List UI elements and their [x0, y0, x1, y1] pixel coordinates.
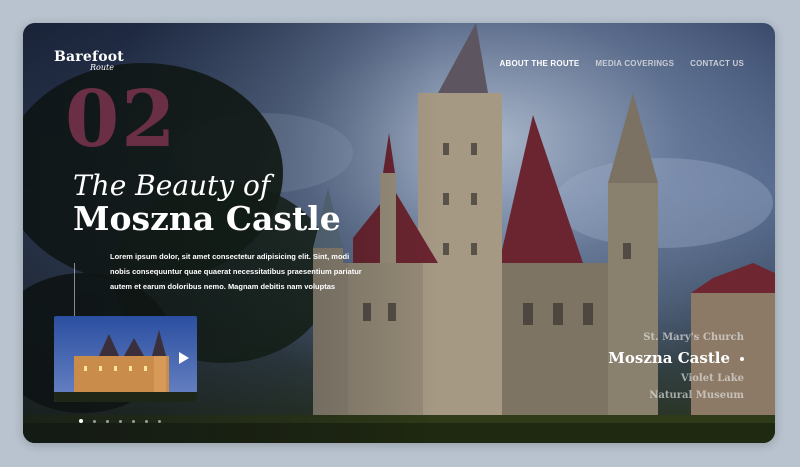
place-label: Moszna Castle	[608, 349, 730, 367]
place-violet-lake[interactable]: Violet Lake	[608, 371, 744, 386]
video-thumbnail[interactable]	[54, 316, 197, 402]
carousel-dot[interactable]	[79, 419, 83, 423]
divider-line	[74, 263, 75, 319]
hero-description: Lorem ipsum dolor, sit amet consectetur …	[110, 252, 362, 291]
nav-media-coverings[interactable]: MEDIA COVERINGS	[595, 59, 674, 68]
nav-about-the-route[interactable]: ABOUT THE ROUTE	[500, 59, 580, 68]
hero-tagline: The Beauty of	[73, 169, 271, 202]
carousel-dot[interactable]	[119, 419, 122, 423]
top-nav: ABOUT THE ROUTE MEDIA COVERINGS CONTACT …	[500, 59, 744, 68]
place-moszna-castle[interactable]: Moszna Castle	[608, 347, 744, 369]
logo[interactable]: Barefoot Route	[54, 49, 124, 72]
hero-title: Moszna Castle	[73, 199, 341, 238]
carousel-dot[interactable]	[106, 419, 109, 423]
carousel-dot[interactable]	[145, 419, 148, 423]
nav-contact-us[interactable]: CONTACT US	[690, 59, 744, 68]
places-list: St. Mary's Church Moszna Castle Violet L…	[608, 328, 744, 405]
hero-card: Barefoot Route ABOUT THE ROUTE MEDIA COV…	[23, 23, 775, 443]
place-label: St. Mary's Church	[643, 332, 744, 343]
play-icon[interactable]	[179, 352, 189, 364]
place-label: Violet Lake	[680, 373, 744, 384]
carousel-dots	[79, 419, 161, 423]
carousel-dot[interactable]	[158, 419, 161, 423]
video-thumbnail-image	[54, 316, 197, 402]
carousel-dot[interactable]	[132, 419, 135, 423]
place-st-marys-church[interactable]: St. Mary's Church	[608, 330, 744, 345]
slide-number: 02	[65, 74, 178, 165]
place-label: Natural Museum	[649, 390, 744, 401]
carousel-dot[interactable]	[93, 419, 96, 423]
active-indicator-icon	[740, 357, 744, 361]
place-natural-museum[interactable]: Natural Museum	[608, 388, 744, 403]
